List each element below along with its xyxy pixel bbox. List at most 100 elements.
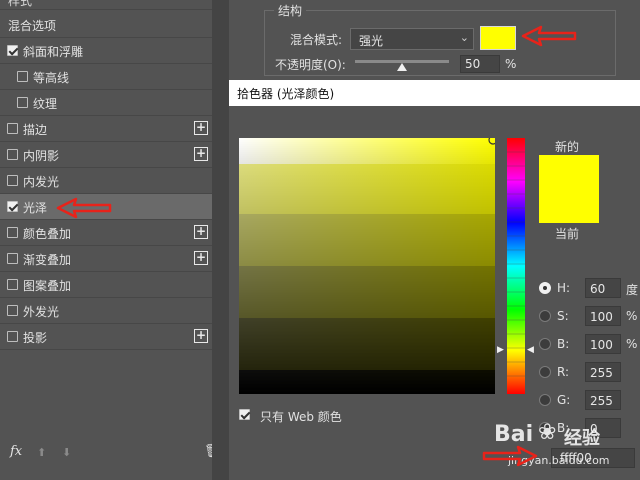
style-item-checkbox[interactable] xyxy=(7,175,18,186)
style-item-row[interactable]: 图案叠加 xyxy=(0,272,212,298)
color-mode-radio[interactable] xyxy=(539,366,551,378)
web-only-label: 只有 Web 颜色 xyxy=(260,410,342,424)
style-item-label: 等高线 xyxy=(33,71,70,85)
style-item-checkbox[interactable] xyxy=(7,331,18,342)
add-style-icon[interactable]: + xyxy=(194,329,208,343)
structure-title: 结构 xyxy=(274,2,307,19)
add-style-icon[interactable]: + xyxy=(194,147,208,161)
style-item-row[interactable]: 斜面和浮雕 xyxy=(0,38,212,64)
blend-mode-select[interactable]: 强光 ⌄ xyxy=(350,28,474,50)
style-item-label: 内阴影 xyxy=(23,149,60,163)
style-item-checkbox[interactable] xyxy=(7,123,18,134)
styles-header-label: 样式 xyxy=(8,0,33,8)
annotation-arrow-left xyxy=(56,197,112,219)
move-up-icon[interactable]: ⬆ xyxy=(37,446,46,459)
current-color-label: 当前 xyxy=(555,227,580,241)
color-field-row: G: 255 xyxy=(539,390,635,410)
opacity-unit: % xyxy=(505,57,517,71)
style-item-row[interactable]: 描边 + xyxy=(0,116,212,142)
web-only-row[interactable]: 只有 Web 颜色 xyxy=(239,406,379,426)
style-item-checkbox[interactable] xyxy=(17,71,28,82)
opacity-value: 50 xyxy=(465,57,481,71)
add-style-icon[interactable]: + xyxy=(194,225,208,239)
opacity-input[interactable]: 50 xyxy=(460,55,500,73)
style-item-label: 描边 xyxy=(23,123,48,137)
style-item-label: 渐变叠加 xyxy=(23,253,72,267)
color-field-input[interactable]: 255 xyxy=(585,362,621,382)
color-field-label: R: xyxy=(557,365,570,379)
color-field-unit: % xyxy=(626,337,638,351)
color-mode-radio[interactable] xyxy=(539,310,551,322)
style-item-row[interactable]: 外发光 xyxy=(0,298,212,324)
saturation-brightness-field[interactable] xyxy=(239,138,495,394)
style-item-checkbox[interactable] xyxy=(7,227,18,238)
color-field-input[interactable]: 60 xyxy=(585,278,621,298)
styles-footer: fx ⬆ ⬇ 🗑 xyxy=(0,440,221,466)
style-item-label: 投影 xyxy=(23,331,48,345)
style-item-row[interactable]: 内阴影 + xyxy=(0,142,212,168)
opacity-label: 不透明度(O): xyxy=(275,58,346,72)
style-item-checkbox[interactable] xyxy=(7,201,18,212)
opacity-slider[interactable] xyxy=(355,60,449,71)
web-only-checkbox[interactable] xyxy=(239,409,250,420)
style-item-row[interactable]: 纹理 xyxy=(0,90,212,116)
style-item-row[interactable]: 等高线 xyxy=(0,64,212,90)
web-color-bands xyxy=(239,164,495,394)
style-item-label: 图案叠加 xyxy=(23,279,72,293)
style-item-row[interactable]: 内发光 xyxy=(0,168,212,194)
style-item-checkbox[interactable] xyxy=(7,305,18,316)
blend-options-label: 混合选项 xyxy=(8,19,57,33)
style-item-checkbox[interactable] xyxy=(7,45,18,56)
color-field-unit: % xyxy=(626,309,638,323)
color-field-input[interactable]: 100 xyxy=(585,306,621,326)
color-mode-radio[interactable] xyxy=(539,282,551,294)
blend-options-row[interactable]: 混合选项 xyxy=(0,12,212,38)
color-field-label: B: xyxy=(557,337,570,351)
blend-mode-label: 混合模式: xyxy=(290,33,343,47)
hue-marker-right-icon[interactable]: ◀ xyxy=(527,345,534,355)
style-item-row[interactable]: 颜色叠加 + xyxy=(0,220,212,246)
hue-marker-left-icon[interactable]: ▶ xyxy=(497,345,504,355)
hue-slider[interactable] xyxy=(507,138,525,394)
style-item-label: 内发光 xyxy=(23,175,60,189)
style-item-label: 颜色叠加 xyxy=(23,227,72,241)
add-style-icon[interactable]: + xyxy=(194,121,208,135)
style-item-label: 纹理 xyxy=(33,97,58,111)
styles-header-row: 样式 xyxy=(0,0,212,10)
style-item-row[interactable]: 渐变叠加 + xyxy=(0,246,212,272)
style-item-checkbox[interactable] xyxy=(7,149,18,160)
new-color-label: 新的 xyxy=(555,140,580,154)
color-field-label: H: xyxy=(557,281,571,295)
color-mode-radio[interactable] xyxy=(539,338,551,350)
annotation-arrow-hex xyxy=(482,445,538,467)
color-field-input[interactable]: 255 xyxy=(585,390,621,410)
color-field-row: H: 60 度 xyxy=(539,278,639,298)
color-picker-title: 拾色器 (光泽颜色) xyxy=(229,80,640,106)
style-item-checkbox[interactable] xyxy=(17,97,28,108)
style-item-checkbox[interactable] xyxy=(7,253,18,264)
color-field-input[interactable]: 100 xyxy=(585,334,621,354)
color-field-row: R: 255 xyxy=(539,362,635,382)
style-item-label: 光泽 xyxy=(23,201,48,215)
gloss-color-swatch[interactable] xyxy=(480,26,516,50)
color-field-unit: 度 xyxy=(626,283,639,297)
chevron-down-icon: ⌄ xyxy=(459,31,469,44)
style-item-label: 斜面和浮雕 xyxy=(23,45,84,59)
color-field-label: G: xyxy=(557,393,571,407)
move-down-icon[interactable]: ⬇ xyxy=(62,446,71,459)
style-item-row[interactable]: 投影 + xyxy=(0,324,212,350)
color-mode-radio[interactable] xyxy=(539,394,551,406)
watermark-brand-cn: 经验 xyxy=(564,428,600,449)
add-style-icon[interactable]: + xyxy=(194,251,208,265)
fx-button[interactable]: fx xyxy=(10,444,22,459)
opacity-slider-handle[interactable] xyxy=(397,63,407,71)
style-item-label: 外发光 xyxy=(23,305,60,319)
style-item-checkbox[interactable] xyxy=(7,279,18,290)
current-color-swatch[interactable] xyxy=(539,189,599,223)
color-field-row: B: 100% xyxy=(539,334,638,354)
blend-mode-value: 强光 xyxy=(359,34,384,48)
paw-icon: ❀ xyxy=(538,420,557,445)
annotation-arrow-swatch xyxy=(521,25,577,47)
new-color-swatch xyxy=(539,155,599,189)
color-field-row: S: 100% xyxy=(539,306,638,326)
